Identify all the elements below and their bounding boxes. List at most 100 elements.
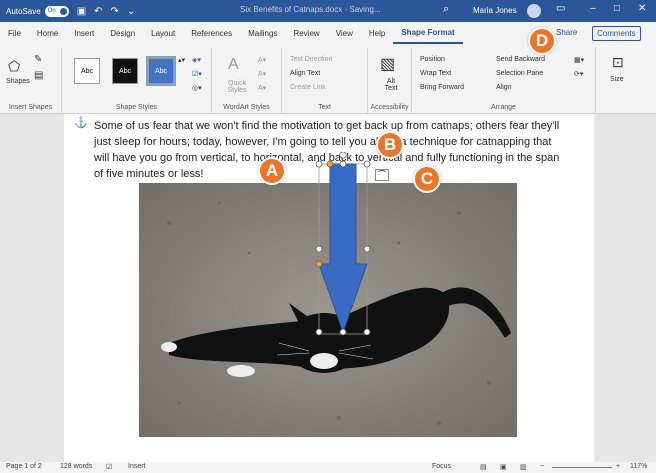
group-text: Text Direction Align Text Create Link Te…	[282, 48, 368, 114]
close-icon[interactable]: ✕	[638, 3, 646, 14]
user-name[interactable]: Maria Jones	[473, 6, 517, 15]
down-arrow-fill	[318, 163, 368, 334]
resize-handle[interactable]	[363, 160, 371, 168]
group-insert-shapes: ⬠ Shapes ✎ ▤ Insert Shapes	[0, 48, 62, 114]
text-effects-icon[interactable]: A▾	[258, 84, 266, 92]
group-accessibility: ▧ Alt Text Accessibility	[368, 48, 412, 114]
tab-home[interactable]: Home	[29, 22, 66, 44]
text-box-icon[interactable]: ▤	[34, 70, 43, 81]
position-button[interactable]: Position	[420, 56, 445, 63]
edit-shape-icon[interactable]: ✎	[34, 54, 42, 65]
size-button[interactable]: Size	[610, 76, 624, 83]
group-label: Shape Styles	[115, 104, 158, 111]
shape-outline-icon[interactable]: ☑▾	[192, 70, 202, 78]
zoom-slider[interactable]	[552, 467, 612, 468]
tab-references[interactable]: References	[183, 22, 240, 44]
zoom-out-icon[interactable]: −	[540, 463, 544, 470]
autosave-label: AutoSave	[6, 6, 41, 16]
adjust-handle[interactable]	[326, 160, 334, 168]
resize-handle[interactable]	[315, 328, 323, 336]
gallery-scroll-icon[interactable]: ▴▾	[178, 56, 185, 64]
redo-icon[interactable]: ↷	[111, 6, 119, 17]
web-layout-icon[interactable]: ▥	[520, 463, 527, 471]
focus-button[interactable]: Focus	[432, 463, 451, 470]
group-label: Text	[318, 104, 331, 111]
shape-effects-icon[interactable]: ◎▾	[192, 84, 202, 92]
quick-styles-icon[interactable]: A	[228, 56, 239, 74]
style-preset-blue[interactable]: Abc	[146, 56, 176, 86]
tab-shape-format[interactable]: Shape Format	[393, 22, 463, 44]
shapes-gallery-icon[interactable]: ⬠	[8, 58, 20, 75]
document-title: Six Benefits of Catnaps.docx - Saving...	[240, 5, 381, 14]
comments-button[interactable]: Comments	[592, 26, 641, 41]
callout-c: C	[413, 165, 441, 193]
resize-handle[interactable]	[339, 160, 347, 168]
bring-forward-button[interactable]: Bring Forward	[420, 84, 464, 91]
send-backward-button[interactable]: Send Backward	[496, 56, 545, 63]
tab-insert[interactable]: Insert	[66, 22, 102, 44]
text-direction-button[interactable]: Text Direction	[290, 56, 332, 63]
zoom-in-icon[interactable]: +	[616, 463, 620, 470]
ribbon: ⬠ Shapes ✎ ▤ Insert Shapes Abc Abc Abc ▴…	[0, 44, 656, 114]
shape-fill-icon[interactable]: ◈▾	[192, 56, 201, 64]
align-text-button[interactable]: Align Text	[290, 70, 320, 77]
resize-handle[interactable]	[315, 245, 323, 253]
document-area[interactable]: ⚓ Some of us fear that we won't find the…	[0, 114, 656, 462]
title-bar: AutoSave On ▣ ↶ ↷ ⌄ Six Benefits of Catn…	[0, 0, 656, 22]
search-icon[interactable]: ⌕	[443, 3, 449, 16]
read-mode-icon[interactable]: ▤	[480, 463, 487, 471]
print-layout-icon[interactable]: ▣	[500, 463, 507, 471]
alt-text-button[interactable]: Alt Text	[380, 78, 402, 92]
word-count[interactable]: 128 words	[60, 463, 92, 470]
selection-pane-button[interactable]: Selection Pane	[496, 70, 543, 77]
align-button[interactable]: Align	[496, 84, 512, 91]
create-link-button[interactable]: Create Link	[290, 84, 326, 91]
share-button[interactable]: Share	[556, 28, 577, 37]
zoom-level[interactable]: 117%	[630, 463, 647, 470]
tab-design[interactable]: Design	[102, 22, 143, 44]
layout-options-button[interactable]: ⌒	[375, 169, 389, 181]
adjust-handle[interactable]	[315, 260, 323, 268]
resize-handle[interactable]	[315, 160, 323, 168]
minimize-icon[interactable]: –	[590, 3, 596, 14]
tab-review[interactable]: Review	[285, 22, 327, 44]
insert-mode[interactable]: Insert	[128, 463, 146, 470]
rotation-handle[interactable]	[339, 152, 347, 159]
group-wordart-styles: A Quick Styles A▾ A▾ A▾ WordArt Styles	[212, 48, 282, 114]
tab-mailings[interactable]: Mailings	[240, 22, 285, 44]
group-arrange: Position Wrap Text Bring Forward Send Ba…	[412, 48, 596, 114]
tab-file[interactable]: File	[0, 22, 29, 44]
size-icon[interactable]: ⊡	[612, 54, 624, 71]
tab-view[interactable]: View	[328, 22, 361, 44]
avatar[interactable]	[527, 4, 541, 18]
resize-handle[interactable]	[363, 328, 371, 336]
resize-handle[interactable]	[363, 245, 371, 253]
autosave[interactable]: AutoSave On	[6, 5, 69, 17]
undo-icon[interactable]: ↶	[94, 6, 102, 17]
shapes-button[interactable]: Shapes	[6, 78, 30, 85]
resize-handle[interactable]	[339, 328, 347, 336]
quick-styles-button[interactable]: Quick Styles	[222, 80, 252, 94]
style-preset-white[interactable]: Abc	[74, 58, 100, 84]
alt-text-icon[interactable]: ▧	[380, 54, 395, 74]
group-shape-styles: Abc Abc Abc ▴▾ ◈▾ ☑▾ ◎▾ Shape Styles	[62, 48, 212, 114]
text-fill-icon[interactable]: A▾	[258, 56, 266, 64]
proofing-icon[interactable]: ☑	[106, 463, 112, 471]
group-label: Arrange	[491, 104, 516, 111]
ribbon-display-icon[interactable]: ▭	[556, 3, 565, 14]
group-objects-icon[interactable]: ▦▾	[574, 56, 584, 64]
text-outline-icon[interactable]: A▾	[258, 70, 266, 78]
customize-qat-icon[interactable]: ⌄	[127, 6, 135, 17]
page-count[interactable]: Page 1 of 2	[6, 463, 42, 470]
callout-d: D	[528, 27, 556, 55]
rotate-icon[interactable]: ⟳▾	[574, 70, 583, 78]
tab-help[interactable]: Help	[361, 22, 393, 44]
anchor-icon[interactable]: ⚓	[74, 116, 88, 129]
group-size: ⊡ Size	[596, 48, 646, 114]
autosave-toggle[interactable]: On	[44, 5, 69, 17]
style-preset-black[interactable]: Abc	[112, 58, 138, 84]
save-icon[interactable]: ▣	[77, 6, 86, 17]
tab-layout[interactable]: Layout	[143, 22, 183, 44]
maximize-icon[interactable]: □	[614, 3, 620, 14]
wrap-text-button[interactable]: Wrap Text	[420, 70, 451, 77]
